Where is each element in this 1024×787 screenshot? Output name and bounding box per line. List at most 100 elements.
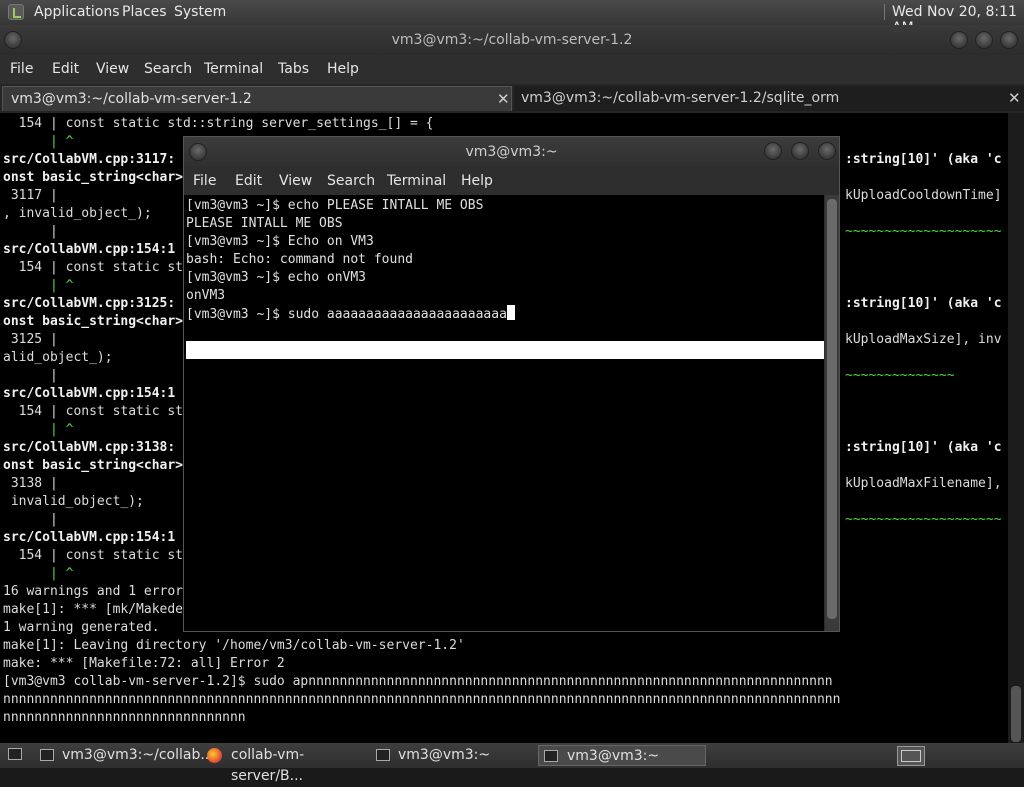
window-menu-icon[interactable] bbox=[189, 143, 207, 161]
top-panel: Applications Places System Wed Nov 20, 8… bbox=[0, 0, 1024, 36]
show-desktop-icon[interactable] bbox=[8, 748, 22, 760]
taskbar-item-label: vm3@vm3:~/collab... bbox=[62, 747, 214, 763]
workspace-switcher[interactable] bbox=[897, 746, 925, 766]
minimize-button[interactable] bbox=[764, 142, 782, 160]
menu-help[interactable]: Help bbox=[327, 61, 359, 77]
menu-view[interactable]: View bbox=[96, 61, 129, 77]
taskbar: vm3@vm3:~/collab... collab-vm-server/B..… bbox=[0, 743, 1024, 784]
tab-bar: vm3@vm3:~/collab-vm-server-1.2 ✕ vm3@vm3… bbox=[0, 84, 1024, 113]
terminal-line: | bbox=[3, 368, 58, 383]
terminal-line: , invalid_object_); bbox=[3, 206, 152, 221]
terminal-line: make[1]: Leaving directory '/home/vm3/co… bbox=[3, 638, 465, 653]
popup-terminal-output[interactable]: [vm3@vm3 ~]$ echo PLEASE INTALL ME OBS P… bbox=[184, 195, 824, 631]
terminal-prompt-line: [vm3@vm3 ~]$ sudo aaaaaaaaaaaaaaaaaaaaaa… bbox=[186, 305, 515, 324]
taskbar-item-terminal-active[interactable]: vm3@vm3:~ bbox=[538, 745, 706, 766]
terminal-fragment: kUploadMaxFilename], bbox=[845, 476, 1002, 491]
popup-titlebar[interactable]: vm3@vm3:~ bbox=[184, 137, 839, 167]
terminal-icon bbox=[376, 749, 390, 761]
terminal-line: | ^ bbox=[3, 422, 74, 437]
terminal-line: PLEASE INTALL ME OBS bbox=[186, 216, 343, 231]
terminal-line: src/CollabVM.cpp:154:1 bbox=[3, 386, 176, 401]
menu-edit[interactable]: Edit bbox=[52, 61, 79, 77]
terminal-icon bbox=[40, 749, 54, 761]
panel-separator bbox=[884, 4, 885, 20]
terminal-line: [vm3@vm3 ~]$ echo onVM3 bbox=[186, 270, 367, 285]
maximize-button[interactable] bbox=[975, 31, 993, 49]
window-menu-icon[interactable] bbox=[4, 31, 22, 49]
terminal-line: src/CollabVM.cpp:3125: bbox=[3, 296, 176, 311]
main-terminal-scrollbar[interactable] bbox=[1008, 113, 1024, 743]
tab-close-icon[interactable]: ✕ bbox=[497, 87, 510, 112]
terminal-line: 1 warning generated. bbox=[3, 620, 160, 635]
popup-scrollbar[interactable] bbox=[825, 195, 839, 631]
terminal-line: onVM3 bbox=[186, 288, 226, 303]
terminal-fragment: :string[10]' (aka 'c bbox=[845, 296, 1002, 311]
terminal-line: 16 warnings and 1 error bbox=[3, 584, 184, 599]
popup-window-title: vm3@vm3:~ bbox=[465, 144, 558, 160]
terminal-line: 3117 | bbox=[3, 188, 58, 203]
close-button[interactable] bbox=[1000, 31, 1018, 49]
terminal-line: onst basic_string<char> bbox=[3, 314, 184, 329]
menu-view[interactable]: View bbox=[279, 173, 312, 189]
menu-terminal[interactable]: Terminal bbox=[204, 61, 263, 77]
main-window-titlebar[interactable]: vm3@vm3:~/collab-vm-server-1.2 bbox=[0, 25, 1024, 55]
menu-tabs[interactable]: Tabs bbox=[278, 61, 309, 77]
places-menu[interactable]: Places bbox=[122, 4, 167, 20]
terminal-fragment: kUploadMaxSize], inv bbox=[845, 332, 1002, 347]
terminal-line: 3125 | bbox=[3, 332, 58, 347]
menu-terminal[interactable]: Terminal bbox=[387, 173, 446, 189]
terminal-line: nnnnnnnnnnnnnnnnnnnnnnnnnnnnnnn bbox=[3, 710, 246, 725]
terminal-line: | ^ bbox=[3, 278, 74, 293]
terminal-line: [vm3@vm3 ~]$ Echo on VM3 bbox=[186, 234, 374, 249]
taskbar-item-terminal[interactable]: vm3@vm3:~ bbox=[372, 745, 532, 766]
terminal-fragment: :string[10]' (aka 'c bbox=[845, 152, 1002, 167]
applications-menu[interactable]: Applications bbox=[34, 4, 120, 20]
menu-help[interactable]: Help bbox=[461, 173, 493, 189]
terminal-icon bbox=[544, 750, 558, 762]
taskbar-item-browser[interactable]: collab-vm-server/B... bbox=[202, 745, 367, 784]
terminal-fragment: ~~~~~~~~~~~~~~~~~~~~ bbox=[845, 224, 1002, 239]
firefox-icon bbox=[207, 748, 222, 763]
maximize-button[interactable] bbox=[791, 142, 809, 160]
tab-sqlite-orm[interactable]: vm3@vm3:~/collab-vm-server-1.2/sqlite_or… bbox=[514, 86, 1024, 111]
text-cursor bbox=[506, 305, 515, 320]
terminal-line: | ^ bbox=[3, 566, 74, 581]
terminal-line: make[1]: *** [mk/Makede bbox=[3, 602, 184, 617]
terminal-line: | ^ bbox=[3, 134, 74, 149]
terminal-line: src/CollabVM.cpp:3117: bbox=[3, 152, 176, 167]
menu-edit[interactable]: Edit bbox=[235, 173, 262, 189]
menu-search[interactable]: Search bbox=[144, 61, 192, 77]
terminal-line: bash: Echo: command not found bbox=[186, 252, 413, 267]
selection-highlight bbox=[186, 341, 824, 359]
scrollbar-thumb[interactable] bbox=[827, 199, 837, 619]
terminal-line: make: *** [Makefile:72: all] Error 2 bbox=[3, 656, 285, 671]
menu-file[interactable]: File bbox=[193, 173, 216, 189]
menu-search[interactable]: Search bbox=[327, 173, 375, 189]
taskbar-item-label: collab-vm-server/B... bbox=[231, 747, 305, 784]
terminal-line: 3138 | bbox=[3, 476, 58, 491]
terminal-line: 154 | const static std::string server_se… bbox=[3, 116, 434, 131]
terminal-line: src/CollabVM.cpp:154:1 bbox=[3, 242, 176, 257]
terminal-line: 154 | const static st bbox=[3, 260, 184, 275]
terminal-line: src/CollabVM.cpp:154:1 bbox=[3, 530, 176, 545]
taskbar-item-terminal[interactable]: vm3@vm3:~/collab... bbox=[36, 745, 214, 766]
taskbar-item-label: vm3@vm3:~ bbox=[398, 747, 491, 763]
scrollbar-thumb[interactable] bbox=[1011, 686, 1021, 742]
tab-close-icon[interactable]: ✕ bbox=[1008, 86, 1021, 111]
terminal-fragment: kUploadCooldownTime] bbox=[845, 188, 1002, 203]
distro-logo-icon[interactable] bbox=[8, 4, 24, 20]
terminal-line: onst basic_string<char> bbox=[3, 170, 184, 185]
terminal-line: alid_object_); bbox=[3, 350, 113, 365]
system-menu[interactable]: System bbox=[174, 4, 226, 20]
workspace-icon bbox=[901, 750, 921, 762]
terminal-command: [vm3@vm3 ~]$ sudo aaaaaaaaaaaaaaaaaaaaaa… bbox=[186, 307, 507, 322]
taskbar-item-label: vm3@vm3:~ bbox=[567, 748, 660, 764]
terminal-fragment: :string[10]' (aka 'c bbox=[845, 440, 1002, 455]
popup-menubar: File Edit View Search Terminal Help bbox=[184, 167, 839, 195]
terminal-line: [vm3@vm3 ~]$ echo PLEASE INTALL ME OBS bbox=[186, 198, 484, 213]
close-button[interactable] bbox=[818, 142, 836, 160]
terminal-line: nnnnnnnnnnnnnnnnnnnnnnnnnnnnnnnnnnnnnnnn… bbox=[3, 692, 841, 707]
minimize-button[interactable] bbox=[950, 31, 968, 49]
tab-collab-vm-server[interactable]: vm3@vm3:~/collab-vm-server-1.2 ✕ bbox=[2, 86, 512, 111]
menu-file[interactable]: File bbox=[10, 61, 33, 77]
